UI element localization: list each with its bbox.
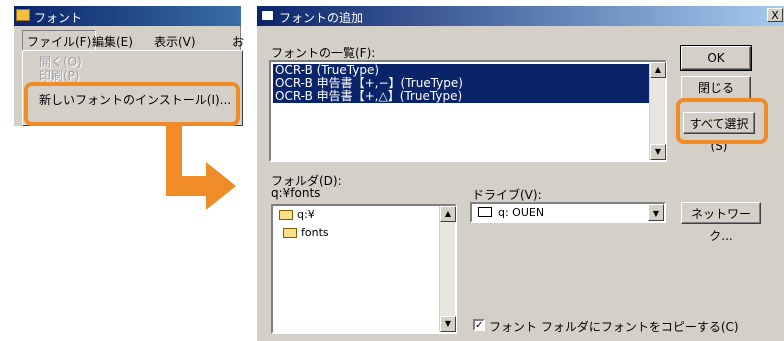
menu-more[interactable]: お: [232, 33, 244, 50]
folder-item-fonts[interactable]: fonts: [301, 226, 329, 239]
scroll-up-icon[interactable]: ▲: [650, 62, 666, 78]
open-folder-icon: [279, 210, 293, 220]
add-fonts-dialog: フォントの追加 X フォントの一覧(F): OCR-B (TrueType) O…: [256, 6, 784, 341]
scroll-down-icon[interactable]: ▼: [650, 144, 666, 160]
orange-arrow-icon: [166, 126, 236, 210]
copy-fonts-checkbox[interactable]: ✓: [473, 319, 485, 331]
folder-item-root[interactable]: q:¥: [297, 208, 315, 221]
folder-icon: [283, 228, 297, 238]
ok-button[interactable]: OK: [680, 45, 752, 71]
highlight-install-item: [24, 82, 240, 126]
folder-tree[interactable]: q:¥ fonts ▲ ▼: [271, 204, 457, 334]
font-list-item[interactable]: OCR-B 申告書【+,△】(TrueType): [273, 90, 649, 103]
menu-edit[interactable]: 編集(E): [92, 33, 133, 50]
scroll-down-icon[interactable]: ▼: [440, 316, 456, 332]
folder-tree-scrollbar[interactable]: ▲ ▼: [439, 206, 456, 332]
menu-view[interactable]: 表示(V): [154, 33, 196, 50]
font-list-scrollbar[interactable]: ▲ ▼: [649, 62, 666, 160]
font-list[interactable]: OCR-B (TrueType) OCR-B 申告書【+,−】(TrueType…: [269, 60, 667, 162]
drive-select[interactable]: q: OUEN ▼: [470, 202, 666, 223]
close-button[interactable]: 閉じる: [681, 76, 751, 100]
window-icon: [261, 10, 274, 21]
drive-label: ドライブ(V):: [472, 188, 542, 202]
scroll-up-icon[interactable]: ▲: [440, 206, 456, 222]
font-list-label: フォントの一覧(F):: [271, 46, 376, 60]
folder-path: q:¥fonts: [271, 186, 321, 200]
fonts-window-titlebar: フォント: [14, 6, 241, 26]
highlight-select-all: [676, 98, 768, 144]
copy-fonts-label: フォント フォルダにフォントをコピーする(C): [489, 320, 739, 334]
chevron-down-icon[interactable]: ▼: [648, 204, 664, 221]
close-icon[interactable]: X: [767, 8, 783, 22]
network-button[interactable]: ネットワーク...: [681, 202, 761, 243]
dialog-titlebar: フォントの追加 X: [257, 6, 784, 26]
dialog-title: フォントの追加: [279, 11, 364, 25]
drive-icon: [478, 207, 492, 217]
folder-icon: [16, 9, 30, 21]
fonts-window-title: フォント: [34, 11, 83, 25]
drive-value: q: OUEN: [498, 206, 545, 219]
menu-bar: ファイル(F) 編集(E) 表示(V) お: [14, 30, 244, 53]
